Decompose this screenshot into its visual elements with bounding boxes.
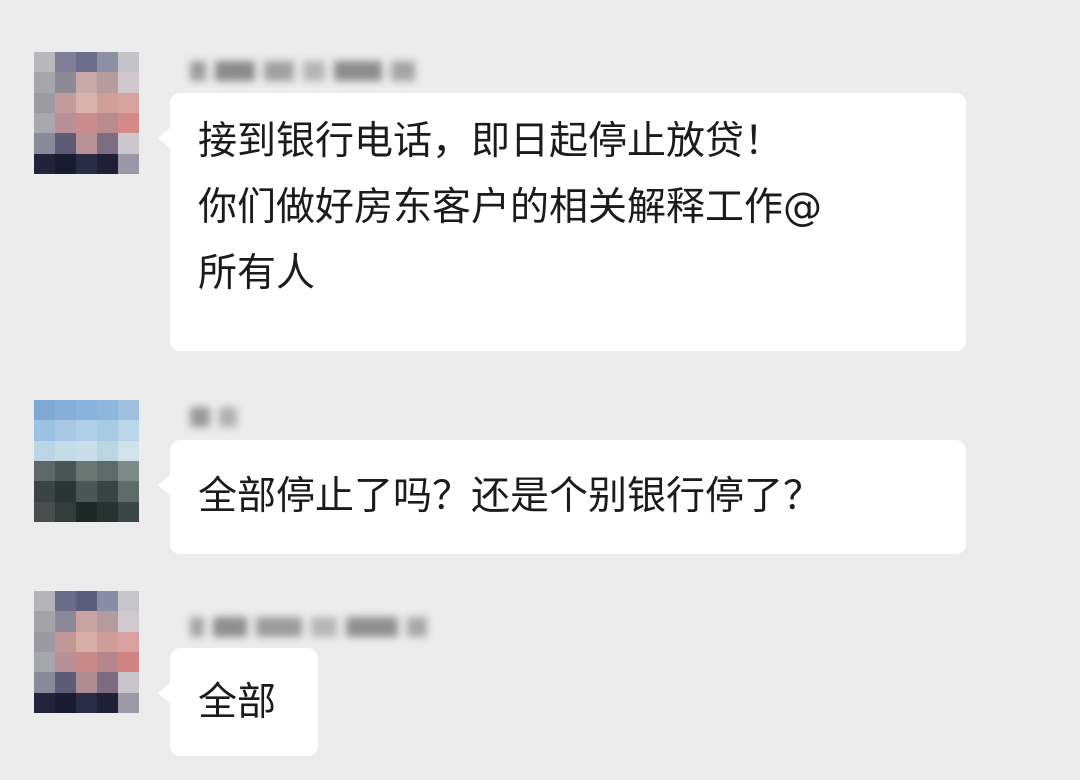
bubble-tail [158,474,171,496]
bubble-tail [158,682,171,704]
sender-name-blurred [190,404,246,430]
message-text-line: 全部 [198,680,277,725]
sender-avatar[interactable] [34,52,139,174]
message-bubble[interactable]: 全部 [158,648,318,756]
message-bubble[interactable]: 接到银行电话，即日起停止放贷！ 你们做好房东客户的相关解释工作@ 所有人 [158,93,966,351]
message-text-line: 你们做好房东客户的相关解释工作@ [198,185,823,230]
sender-name-blurred [190,614,436,640]
bubble-tail [158,127,171,149]
sender-name-blurred [190,58,424,84]
message-text-line: 接到银行电话，即日起停止放贷！ [198,119,784,164]
chat-window: 接到银行电话，即日起停止放贷！ 你们做好房东客户的相关解释工作@ 所有人 全部停… [0,0,1080,780]
sender-avatar[interactable] [34,591,139,713]
message-bubble[interactable]: 全部停止了吗？还是个别银行停了？ [158,440,966,554]
message-text-line: 所有人 [198,251,316,296]
sender-avatar[interactable] [34,400,139,522]
message-text-line: 全部停止了吗？还是个别银行停了？ [198,474,823,519]
